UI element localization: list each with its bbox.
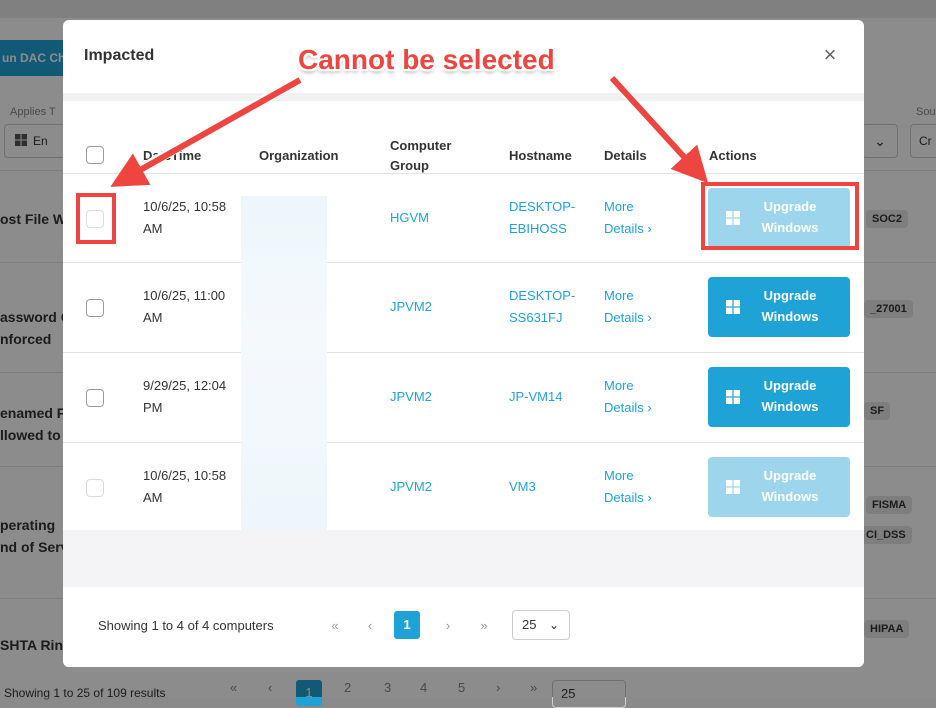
annotation-arrows <box>110 73 709 187</box>
annotation-arrow-left <box>110 77 302 187</box>
annotation-text: Cannot be selected <box>298 44 555 75</box>
annotation-arrow-right <box>609 75 709 184</box>
